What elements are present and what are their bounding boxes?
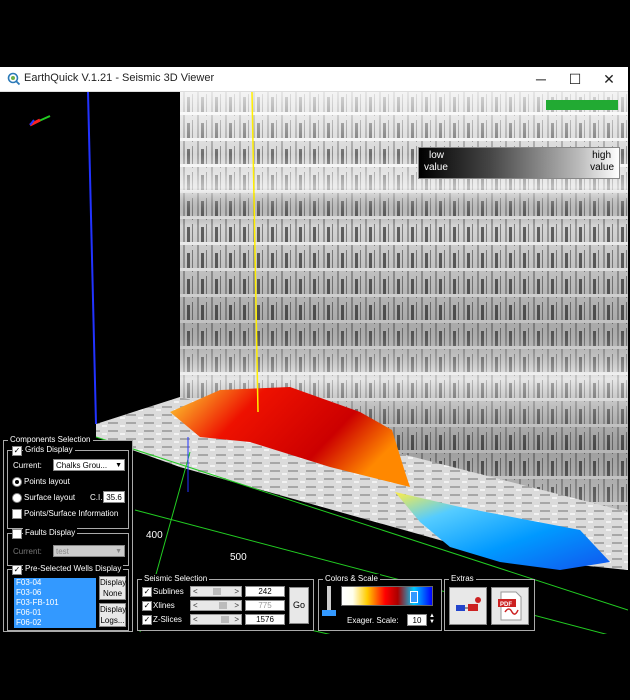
wells-tool-icon	[456, 597, 481, 611]
ci-input[interactable]: 35.6	[103, 491, 125, 503]
spin-arrows-icon[interactable]: ▲ ▼	[429, 613, 435, 625]
seismic-panel-title: Seismic Selection	[142, 574, 210, 583]
ci-label: C.I.	[90, 493, 103, 502]
amplitude-legend: low value high value	[418, 147, 620, 179]
axis-label-500: 500	[230, 552, 247, 563]
wells-display-label: Pre-Selected Wells Display	[23, 564, 124, 573]
chevron-down-icon: ▼	[115, 548, 122, 555]
window-title: EarthQuick V.1.21 - Seismic 3D Viewer	[24, 72, 215, 84]
app-window: EarthQuick V.1.21 - Seismic 3D Viewer ─ …	[0, 67, 628, 634]
maximize-button[interactable]: ☐	[558, 67, 592, 91]
well-item[interactable]: F06-01	[16, 608, 41, 617]
grids-group: ✓ Grids Display Current: Chalks Grou... ▼…	[7, 445, 129, 529]
status-indicator-bar	[546, 100, 618, 110]
xlines-input[interactable]: 775	[245, 600, 285, 611]
faults-display-label: Faults Display	[23, 528, 78, 537]
grids-current-select[interactable]: Chalks Grou... ▼	[53, 459, 125, 471]
pdf-icon: PDF	[498, 591, 522, 621]
xlines-label: Xlines	[153, 601, 175, 610]
slider-left-arrow-icon[interactable]: <	[193, 587, 198, 596]
seismic-panel: Seismic Selection ✓ Sublines < > 242 ✓ X…	[137, 574, 314, 631]
well-item[interactable]: F03-FB-101	[16, 598, 59, 607]
minimize-button[interactable]: ─	[524, 67, 558, 91]
slider-right-arrow-icon[interactable]: >	[234, 601, 239, 610]
3d-viewport[interactable]: 400 500 low value high value Components …	[0, 92, 628, 634]
exaggeration-scale-input[interactable]: 10	[407, 614, 427, 626]
grids-display-label: Grids Display	[23, 445, 75, 454]
wells-display-checkbox[interactable]: ✓	[12, 565, 22, 575]
well-item[interactable]: F03-06	[16, 588, 41, 597]
color-scale-bar[interactable]	[341, 586, 433, 606]
sublines-slider[interactable]: < >	[190, 586, 242, 597]
zslices-input[interactable]: 1576	[245, 614, 285, 625]
faults-group: Faults Display Current: test ▼	[7, 528, 129, 566]
slider-right-arrow-icon[interactable]: >	[234, 587, 239, 596]
sublines-checkbox[interactable]: ✓	[142, 587, 152, 597]
colors-panel-title: Colors & Scale	[323, 574, 380, 583]
axis-gizmo-icon	[29, 115, 51, 127]
legend-low-label: low	[429, 150, 445, 161]
close-button[interactable]: ✕	[592, 67, 626, 91]
slider-thumb[interactable]	[213, 588, 221, 595]
go-button[interactable]: Go	[289, 587, 309, 624]
slider-right-arrow-icon[interactable]: >	[234, 615, 239, 624]
grids-display-checkbox[interactable]: ✓	[12, 446, 22, 456]
points-surface-info-checkbox[interactable]	[12, 509, 22, 519]
grids-current-label: Current:	[13, 461, 42, 470]
legend-low-sublabel: value	[424, 162, 448, 173]
xlines-slider[interactable]: < >	[190, 600, 242, 611]
xlines-checkbox[interactable]: ✓	[142, 601, 152, 611]
faults-current-select[interactable]: test ▼	[53, 545, 125, 557]
faults-display-checkbox[interactable]	[12, 529, 22, 539]
wells-tool-button[interactable]	[449, 587, 487, 625]
axis-z-line	[87, 92, 97, 425]
display-none-button[interactable]: Display None	[99, 576, 126, 600]
legend-high-label: high	[592, 150, 611, 161]
components-panel: Components Selection ✓ Grids Display Cur…	[3, 435, 133, 632]
vertical-scale-thumb[interactable]	[322, 610, 336, 616]
color-scale-thumb[interactable]	[410, 591, 418, 603]
wells-group: ✓ Pre-Selected Wells Display F03-04 F03-…	[7, 564, 129, 631]
slider-thumb[interactable]	[221, 616, 229, 623]
components-panel-title: Components Selection	[8, 435, 93, 444]
slider-left-arrow-icon[interactable]: <	[193, 601, 198, 610]
svg-text:PDF: PDF	[500, 602, 512, 608]
points-layout-radio[interactable]	[12, 477, 22, 487]
export-pdf-button[interactable]: PDF	[491, 587, 529, 625]
display-logs-button[interactable]: Display Logs...	[99, 603, 126, 627]
title-bar: EarthQuick V.1.21 - Seismic 3D Viewer ─ …	[0, 67, 628, 92]
sublines-label: Sublines	[153, 587, 184, 596]
points-surface-info-label: Points/Surface Information	[24, 509, 119, 518]
faults-current-label: Current:	[13, 547, 42, 556]
well-item[interactable]: F06-02	[16, 618, 41, 627]
colors-panel: Colors & Scale Exager. Scale: 10 ▲ ▼	[318, 574, 442, 631]
zslices-slider[interactable]: < >	[190, 614, 242, 625]
surface-layout-radio[interactable]	[12, 493, 22, 503]
chevron-down-icon: ▼	[115, 462, 122, 469]
points-layout-label: Points layout	[24, 477, 70, 486]
surface-layout-label: Surface layout	[24, 493, 76, 502]
slider-thumb[interactable]	[219, 602, 227, 609]
well-item[interactable]: F03-04	[16, 578, 41, 587]
app-logo-icon	[7, 72, 21, 86]
exaggeration-scale-label: Exager. Scale:	[347, 616, 399, 625]
extras-panel-title: Extras	[449, 574, 476, 583]
zslices-checkbox[interactable]: ✓	[142, 615, 152, 625]
legend-high-sublabel: value	[590, 162, 614, 173]
axis-label-400: 400	[146, 530, 163, 541]
extras-panel: Extras PDF	[444, 574, 535, 631]
sublines-input[interactable]: 242	[245, 586, 285, 597]
wells-list[interactable]: F03-04 F03-06 F03-FB-101 F06-01 F06-02	[14, 578, 96, 628]
zslices-label: Z-Slices	[153, 615, 182, 624]
slider-left-arrow-icon[interactable]: <	[193, 615, 198, 624]
